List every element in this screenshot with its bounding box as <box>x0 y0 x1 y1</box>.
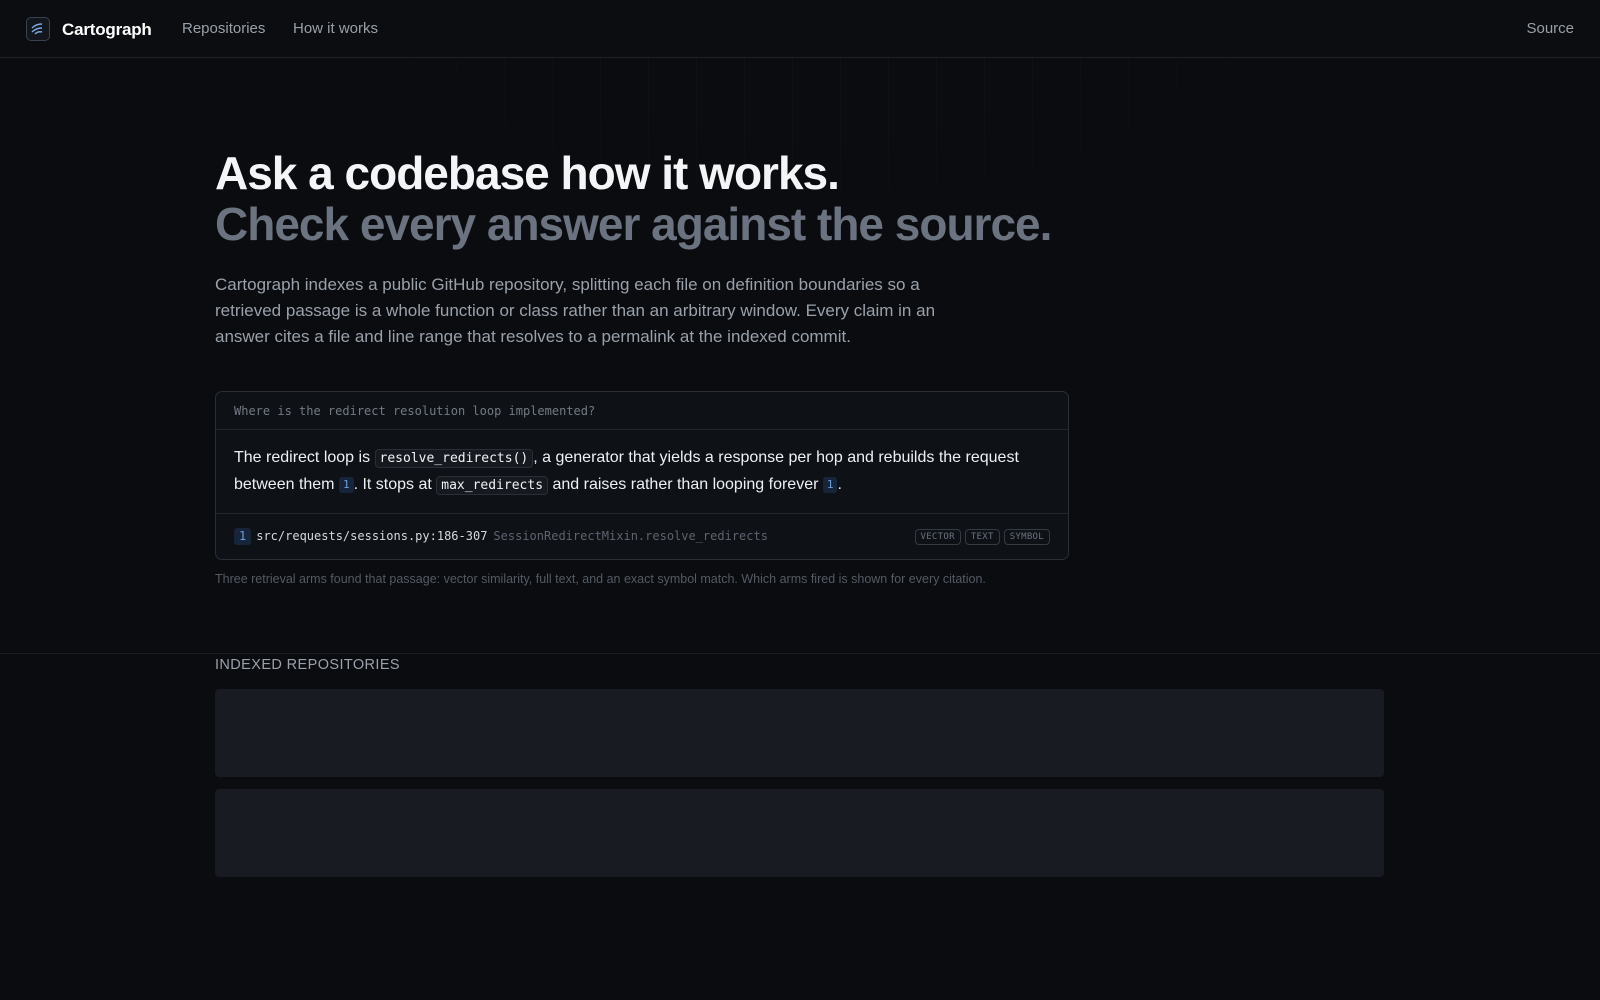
indexed-repositories-heading: INDEXED REPOSITORIES <box>215 657 400 673</box>
answer-text: . It stops at <box>353 476 437 493</box>
retrieval-note: Three retrieval arms found that passage:… <box>215 572 986 586</box>
example-answer-card: Where is the redirect resolution loop im… <box>215 391 1069 560</box>
nav-link-how-it-works[interactable]: How it works <box>293 20 378 37</box>
brand-name[interactable]: Cartograph <box>62 20 152 40</box>
hero-intro: Cartograph indexes a public GitHub repos… <box>215 275 936 346</box>
tag-text: TEXT <box>964 529 1000 545</box>
citation-source-row[interactable]: 1 src/requests/sessions.py:186-307 Session… <box>216 514 1068 559</box>
section-divider <box>0 653 1600 654</box>
answer-text: and raises rather than looping forever <box>548 476 823 493</box>
answer-text: . <box>837 476 842 493</box>
hero-subheadline: Check every answer against the source. <box>215 198 1052 250</box>
nav-link-source[interactable]: Source <box>1526 20 1574 37</box>
example-question: Where is the redirect resolution loop im… <box>216 392 1068 430</box>
repository-card-placeholder <box>215 689 1384 777</box>
cartograph-logo-icon[interactable] <box>26 17 50 41</box>
citation-symbol: SessionRedirectMixin.resolve_redirects <box>493 529 768 543</box>
citation-file-path[interactable]: src/requests/sessions.py:186-307 <box>256 529 487 543</box>
citation-number: 1 <box>234 528 252 545</box>
tag-vector: VECTOR <box>914 529 961 545</box>
hero-headline: Ask a codebase how it works. <box>215 147 840 199</box>
nav-link-repositories[interactable]: Repositories <box>182 20 265 37</box>
citation-marker[interactable]: 1 <box>338 477 354 493</box>
tag-symbol: SYMBOL <box>1003 529 1050 545</box>
inline-code-max-redirects: max_redirects <box>436 476 549 495</box>
top-nav: Cartograph Repositories How it works Sou… <box>0 0 1600 58</box>
example-answer: The redirect loop is resolve_redirects()… <box>216 430 1068 514</box>
repository-card-placeholder <box>215 789 1384 877</box>
answer-text: The redirect loop is <box>234 449 375 466</box>
inline-code-resolve-redirects: resolve_redirects() <box>374 449 534 468</box>
retrieval-arm-tags: VECTOR TEXT SYMBOL <box>911 528 1050 545</box>
citation-marker[interactable]: 1 <box>822 477 838 493</box>
